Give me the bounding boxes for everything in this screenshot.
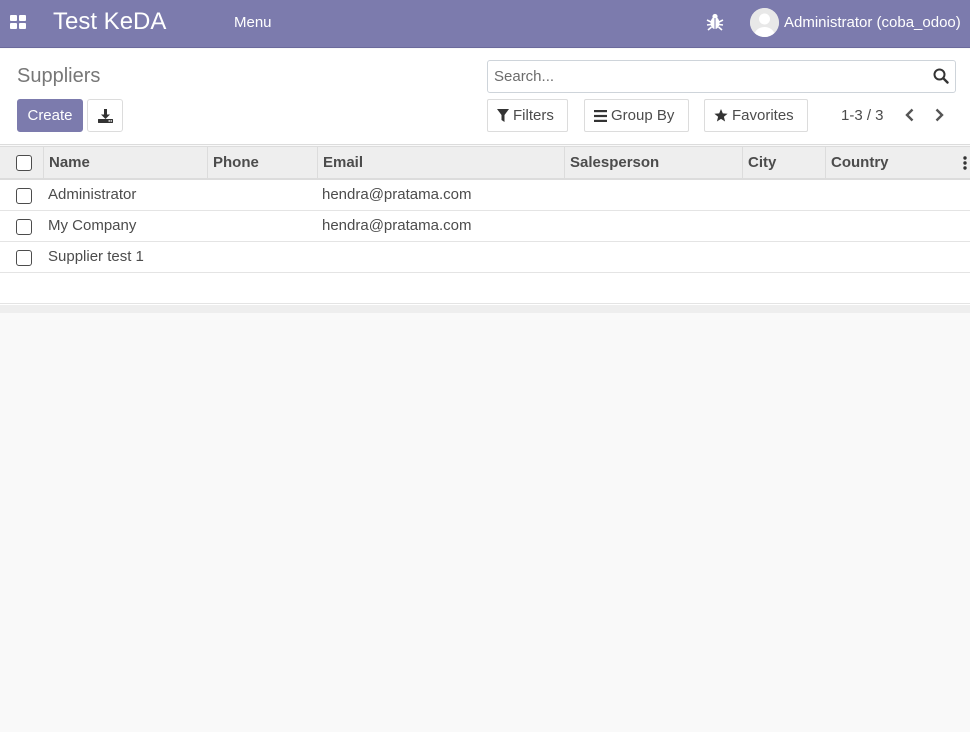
breadcrumb-title: Suppliers	[17, 65, 101, 87]
column-header-city[interactable]: City	[743, 147, 826, 179]
chevron-left-icon[interactable]	[900, 105, 918, 125]
filters-label: Filters	[513, 107, 554, 124]
chevron-right-icon[interactable]	[930, 105, 948, 125]
filter-icon	[497, 109, 509, 122]
download-button[interactable]	[87, 99, 123, 132]
bug-icon[interactable]	[706, 12, 724, 32]
bars-icon	[594, 109, 607, 122]
control-panel: Suppliers Create Filters Group By	[0, 49, 970, 145]
cell-name: My Company	[48, 217, 137, 234]
select-all-cell	[0, 147, 44, 179]
cell-email: hendra@pratama.com	[322, 186, 472, 203]
user-name: Administrator (coba_odoo)	[784, 13, 961, 31]
app-brand[interactable]: Test KeDA	[53, 8, 166, 36]
empty-row	[0, 273, 970, 304]
search-box	[487, 60, 956, 93]
search-icon[interactable]	[933, 68, 949, 84]
column-header-country[interactable]: Country	[826, 147, 958, 179]
select-all-checkbox[interactable]	[16, 155, 32, 171]
star-icon	[714, 109, 728, 122]
apps-grid-icon[interactable]	[6, 8, 30, 36]
filters-button[interactable]: Filters	[487, 99, 568, 132]
column-header-phone[interactable]: Phone	[208, 147, 318, 179]
table-row[interactable]: Administrator hendra@pratama.com	[0, 180, 970, 211]
avatar	[750, 7, 779, 37]
row-checkbox[interactable]	[16, 219, 32, 235]
row-checkbox[interactable]	[16, 188, 32, 204]
download-icon	[97, 108, 113, 123]
menu-button[interactable]: Menu	[234, 14, 272, 32]
list-view: Name Phone Email Salesperson City Countr…	[0, 146, 970, 313]
row-checkbox[interactable]	[16, 250, 32, 266]
table-row[interactable]: Supplier test 1	[0, 242, 970, 273]
column-header-email[interactable]: Email	[318, 147, 565, 179]
user-menu[interactable]: Administrator (coba_odoo)	[750, 7, 961, 37]
top-navbar: Test KeDA Menu Administrator (coba_odoo)	[0, 0, 970, 48]
create-button[interactable]: Create	[17, 99, 83, 132]
cell-email: hendra@pratama.com	[322, 217, 472, 234]
cell-name: Administrator	[48, 186, 137, 203]
table-row[interactable]: My Company hendra@pratama.com	[0, 211, 970, 242]
list-header: Name Phone Email Salesperson City Countr…	[0, 146, 970, 180]
column-header-name[interactable]: Name	[44, 147, 208, 179]
group-by-label: Group By	[611, 107, 675, 124]
column-header-salesperson[interactable]: Salesperson	[565, 147, 743, 179]
cell-email	[322, 242, 562, 272]
search-input[interactable]	[494, 61, 924, 92]
favorites-label: Favorites	[732, 107, 794, 124]
optional-columns-icon[interactable]	[962, 155, 968, 171]
content-background	[0, 313, 970, 732]
cell-name: Supplier test 1	[48, 248, 144, 265]
group-by-button[interactable]: Group By	[584, 99, 689, 132]
pager-value[interactable]: 1-3 / 3	[841, 107, 884, 124]
favorites-button[interactable]: Favorites	[704, 99, 808, 132]
